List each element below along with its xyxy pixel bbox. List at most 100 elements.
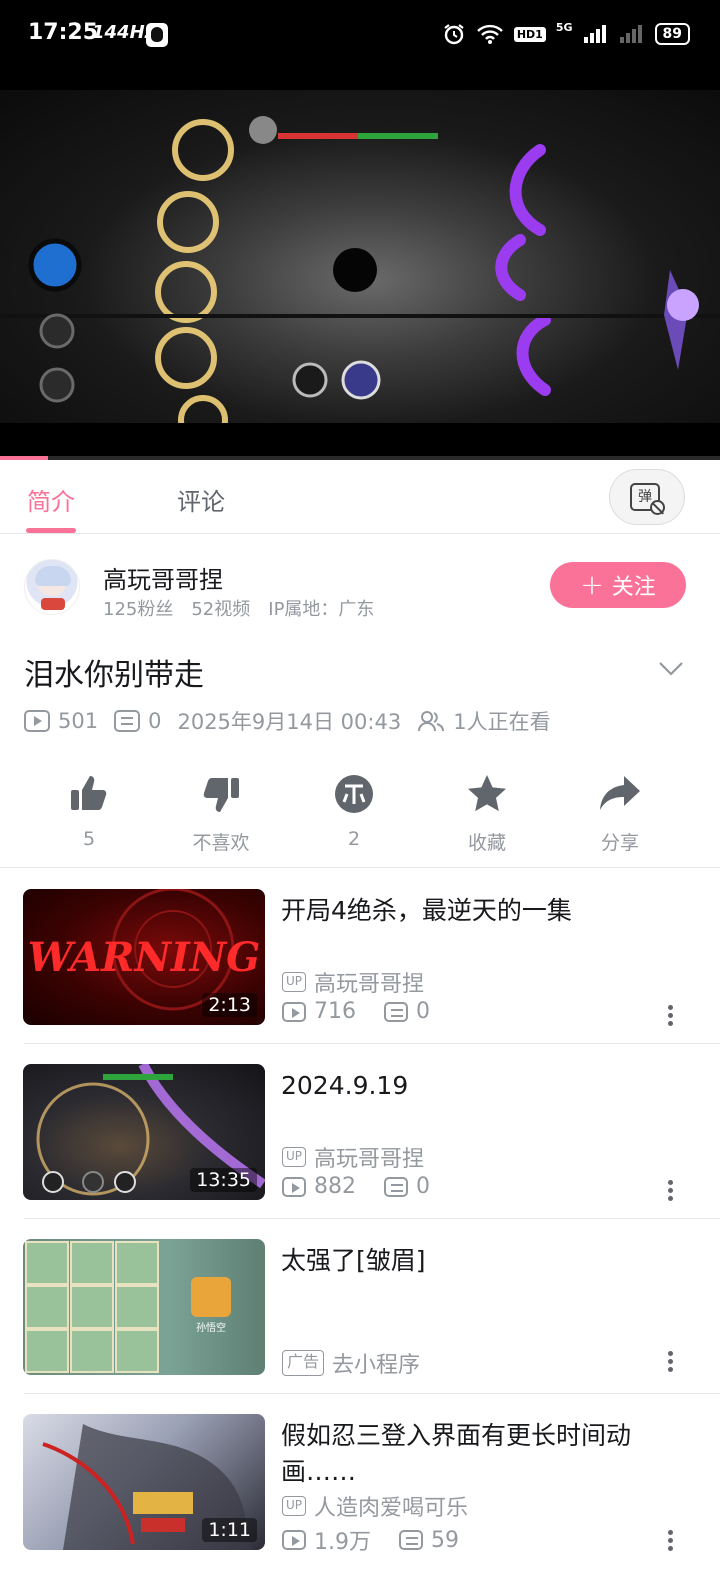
ad-thumbnail[interactable]: 孙悟空 [23,1239,265,1375]
video-frame [0,90,720,445]
coin-count: 2 [347,828,361,850]
fans-count: 125粉丝 [103,599,174,620]
tab-bar: 简介 评论 弹 [0,460,720,534]
danmaku-count-icon [384,1001,408,1022]
battery-indicator: 89 [654,23,690,45]
network-type: 5G [555,20,573,34]
thumbnail-text: WARNING [28,934,261,981]
related-danmaku: 0 [416,1174,430,1199]
thumbs-down-icon [203,778,239,812]
more-options-icon[interactable] [668,1180,674,1202]
related-danmaku: 59 [431,1527,459,1553]
disabled-icon [650,500,665,515]
up-badge: UP [282,972,307,992]
related-uploader-name: 人造肉爱喝可乐 [314,1496,469,1521]
video-duration: 13:35 [190,1168,257,1192]
related-video-title: 假如忍三登入界面有更长时间动画…… [281,1421,632,1486]
ad-title: 太强了[皱眉] [281,1246,426,1275]
coin-icon [335,775,373,813]
action-bar: 5 不喜欢 2 收藏 分享 [0,768,720,868]
video-player[interactable] [0,70,720,460]
ad-item[interactable]: 孙悟空 太强了[皱眉] 广告 去小程序 [0,1219,720,1394]
chevron-down-icon[interactable] [658,655,684,681]
video-duration: 1:11 [202,1518,257,1542]
qq-notification-icon [146,23,168,47]
danmaku-count-icon [399,1530,423,1550]
video-thumbnail[interactable]: 1:11 [23,1414,265,1550]
up-badge: UP [282,1496,307,1516]
status-icons: HD1 5G 89 [442,20,690,46]
follow-button[interactable]: + 关注 [550,562,686,608]
uploader-name[interactable]: 高玩哥哥捏 [103,560,223,595]
related-video-item[interactable]: 1:11 假如忍三登入界面有更长时间动画…… UP 人造肉爱喝可乐 1.9万 5… [0,1394,720,1569]
related-video-stats: 716 0 [282,999,430,1024]
share-label: 分享 [600,832,639,854]
related-plays: 1.9万 [314,1530,371,1555]
tab-active-indicator [26,528,76,533]
publish-date: 2025年9月14日 00:43 [177,706,401,736]
tab-comments[interactable]: 评论 [177,482,225,517]
related-plays: 882 [314,1174,356,1199]
favorite-button[interactable]: 收藏 [432,768,542,855]
coin-button[interactable]: 2 [299,768,409,850]
uploader-section: 高玩哥哥捏 125粉丝 52视频 IP属地：广东 + 关注 [0,535,720,640]
related-video-title: 开局4绝杀，最逆天的一集 [281,896,572,925]
signal-2-icon [619,25,642,43]
related-uploader-name: 高玩哥哥捏 [314,972,425,997]
game-scene-art [0,116,720,445]
danmaku-count-value: 0 [148,709,162,733]
ad-badge: 广告 [282,1350,325,1376]
viewers-icon [418,711,445,732]
like-count: 5 [82,828,96,850]
status-bar: 17:25 144Hz HD1 5G 89 [0,0,720,70]
follow-label: 关注 [611,575,656,600]
video-title: 泪水你别带走 [24,658,204,693]
alarm-icon [444,24,464,45]
related-video-item[interactable]: 13:35 2024.9.19 UP 高玩哥哥捏 882 0 [0,1044,720,1219]
related-video-uploader: UP 高玩哥哥捏 [282,966,424,998]
play-count-icon [282,1176,306,1197]
avatar[interactable] [24,559,80,615]
tab-intro[interactable]: 简介 [27,482,75,517]
video-thumbnail[interactable]: WARNING 2:13 [23,889,265,1025]
video-count: 52视频 [191,599,251,620]
related-video-stats: 1.9万 59 [282,1524,459,1556]
more-options-icon[interactable] [668,1005,674,1027]
share-button[interactable]: 分享 [565,768,675,855]
related-video-uploader: UP 高玩哥哥捏 [282,1141,424,1173]
video-thumbnail[interactable]: 13:35 [23,1064,265,1200]
ad-meta: 广告 去小程序 [282,1347,420,1379]
play-count-icon [282,1001,306,1022]
signal-icon [583,25,606,43]
related-video-item[interactable]: WARNING 2:13 开局4绝杀，最逆天的一集 UP 高玩哥哥捏 716 0 [0,869,720,1044]
watching-now: 1人正在看 [417,706,551,736]
like-button[interactable]: 5 [34,768,144,850]
uploader-meta: 125粉丝 52视频 IP属地：广东 [103,595,374,621]
danmaku-toggle-button[interactable]: 弹 [609,469,685,525]
related-video-uploader: UP 人造肉爱喝可乐 [282,1490,468,1522]
danmaku-count-icon [384,1176,408,1197]
more-options-icon[interactable] [668,1530,674,1552]
ad-action-link[interactable]: 去小程序 [332,1347,420,1379]
ad-thumbnail-art: 孙悟空 [25,1241,231,1373]
thumbs-up-icon [71,776,107,810]
up-badge: UP [282,1147,307,1167]
play-count-value: 501 [58,709,99,733]
related-danmaku: 0 [416,999,430,1024]
video-stats: 501 0 2025年9月14日 00:43 1人正在看 [24,706,567,736]
play-count-icon [24,710,50,732]
favorite-label: 收藏 [467,832,506,854]
ip-location: IP属地：广东 [268,599,375,620]
related-uploader-name: 高玩哥哥捏 [314,1147,425,1172]
publish-date-value: 2025年9月14日 00:43 [177,710,402,734]
more-options-icon[interactable] [668,1351,674,1373]
danmaku-count: 0 [114,709,161,733]
status-time: 17:25 [28,20,99,45]
share-icon [600,776,640,810]
play-count: 501 [24,709,98,733]
hd-badge: HD1 [513,26,546,42]
related-video-stats: 882 0 [282,1174,430,1199]
related-video-title: 2024.9.19 [281,1071,409,1100]
danmaku-count-icon [114,710,141,732]
dislike-button[interactable]: 不喜欢 [166,768,276,855]
